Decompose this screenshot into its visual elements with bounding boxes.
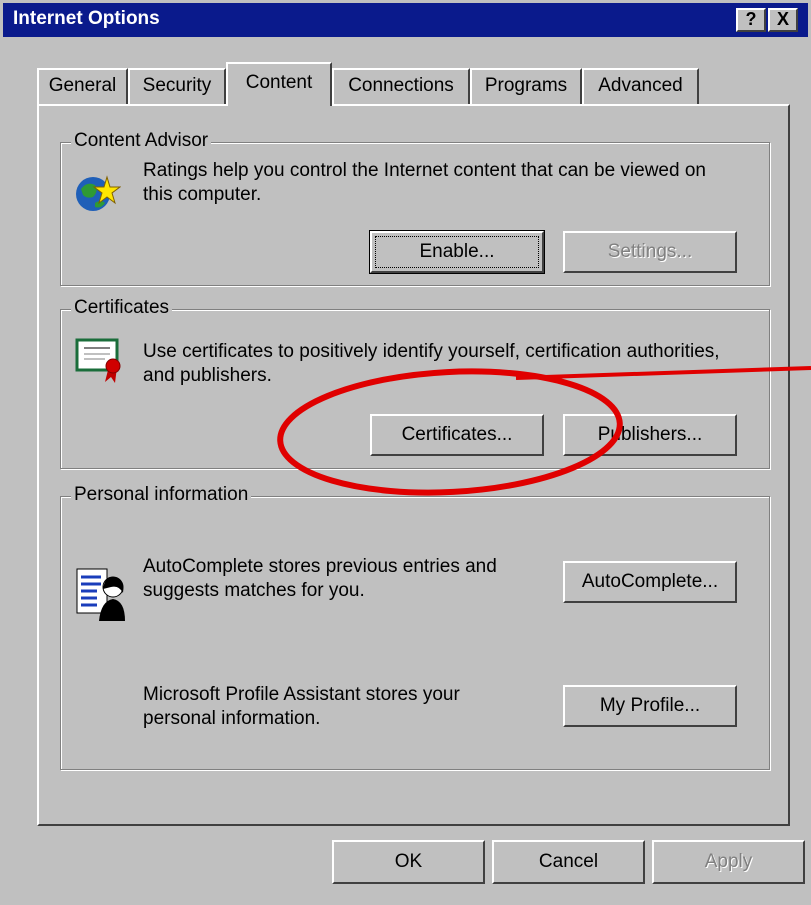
certificate-icon bbox=[75, 338, 121, 383]
publishers-button[interactable]: Publishers... bbox=[563, 414, 737, 456]
certificates-button[interactable]: Certificates... bbox=[370, 414, 544, 456]
settings-button[interactable]: Settings... bbox=[563, 231, 737, 273]
personal-information-legend: Personal information bbox=[71, 484, 252, 506]
profile-assistant-description: Microsoft Profile Assistant stores your … bbox=[143, 684, 460, 729]
profile-card-icon bbox=[76, 568, 125, 621]
tab-security[interactable]: Security bbox=[128, 68, 226, 104]
close-button[interactable]: X bbox=[768, 8, 798, 32]
tab-advanced[interactable]: Advanced bbox=[582, 68, 699, 104]
apply-button[interactable]: Apply bbox=[652, 840, 805, 884]
tab-general[interactable]: General bbox=[37, 68, 128, 104]
certificates-group: Certificates Use certificates to positiv… bbox=[60, 297, 770, 469]
cancel-button[interactable]: Cancel bbox=[492, 840, 645, 884]
window-title: Internet Options bbox=[13, 8, 160, 29]
my-profile-button[interactable]: My Profile... bbox=[563, 685, 737, 727]
content-advisor-description: Ratings help you control the Internet co… bbox=[143, 160, 706, 205]
tab-content[interactable]: Content bbox=[226, 62, 332, 106]
tab-connections[interactable]: Connections bbox=[332, 68, 470, 104]
content-advisor-legend: Content Advisor bbox=[71, 130, 212, 152]
content-tab-panel: Content Advisor Ratings help you control… bbox=[37, 104, 790, 826]
ok-button[interactable]: OK bbox=[332, 840, 485, 884]
content-advisor-group: Content Advisor Ratings help you control… bbox=[60, 130, 770, 286]
enable-button[interactable]: Enable... bbox=[370, 231, 544, 273]
certificates-legend: Certificates bbox=[71, 297, 173, 319]
help-button[interactable]: ? bbox=[736, 8, 766, 32]
tab-programs[interactable]: Programs bbox=[470, 68, 582, 104]
title-bar[interactable]: Internet Options ? X bbox=[3, 3, 808, 37]
personal-information-group: Personal information AutoComplete stores… bbox=[60, 484, 770, 770]
internet-options-window: Internet Options ? X General Security Co… bbox=[0, 0, 811, 905]
autocomplete-button[interactable]: AutoComplete... bbox=[563, 561, 737, 603]
globe-star-icon bbox=[76, 175, 121, 211]
autocomplete-description: AutoComplete stores previous entries and… bbox=[143, 556, 497, 601]
certificates-description: Use certificates to positively identify … bbox=[143, 341, 720, 386]
